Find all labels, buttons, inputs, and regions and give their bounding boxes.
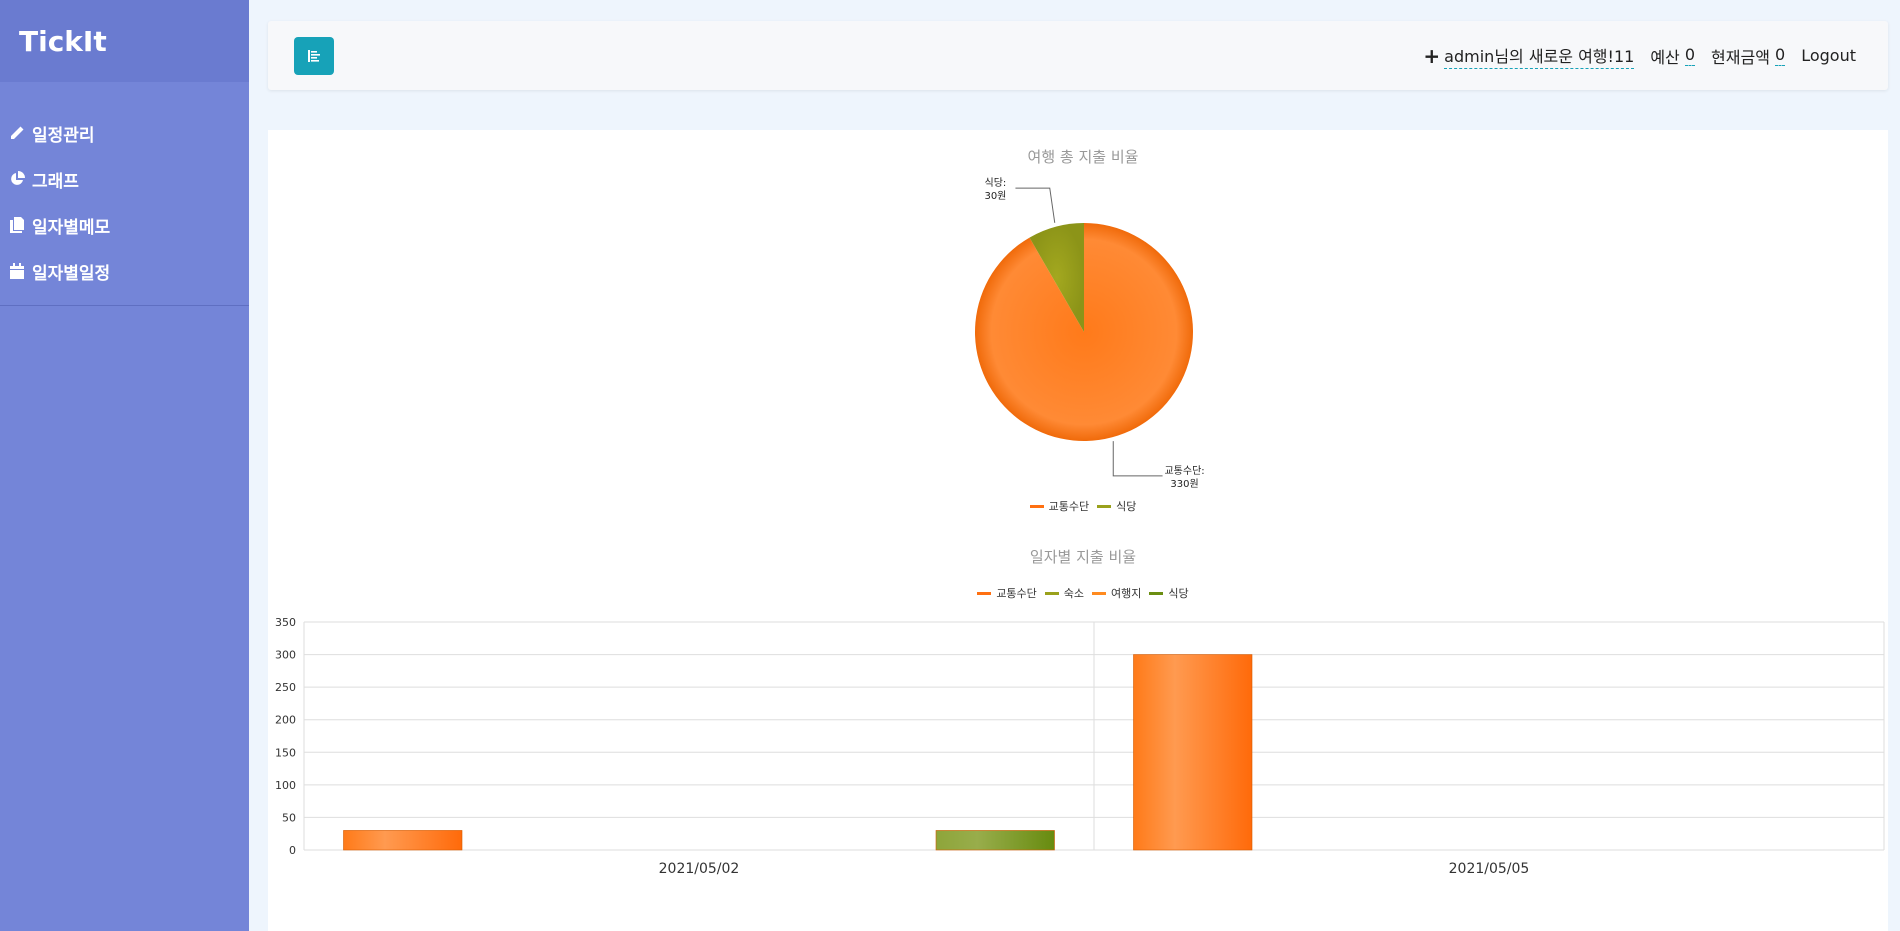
sidebar-item-label: 그래프 — [32, 171, 79, 192]
pencil-icon — [11, 126, 24, 139]
content-card: 여행 총 지출 비율 교통수단: 330원 식당: 30원 교통수단 식당 일자별 지출… — [268, 130, 1888, 931]
new-trip-link[interactable]: + admin님의 새로운 여행!11 — [1423, 43, 1635, 69]
topbar-right: + admin님의 새로운 여행!11 예산 0 현재금액 0 Logout — [1407, 21, 1856, 90]
x-tick-label: 2021/05/02 — [659, 861, 740, 877]
pie-legend: 교통수단 식당 — [268, 498, 1898, 514]
legend-label: 숙소 — [1063, 587, 1085, 600]
sidebar-item-daily-memo[interactable]: 일자별메모 — [0, 202, 249, 248]
budget-label: 예산 — [1650, 47, 1680, 67]
y-tick-label: 50 — [282, 811, 296, 824]
legend-swatch — [1029, 504, 1044, 508]
legend-swatch — [1097, 504, 1112, 508]
pie-leader-line — [1015, 187, 1056, 223]
legend-label: 교통수단 — [1048, 500, 1090, 513]
pie-leader-line — [1112, 441, 1163, 477]
budget-value[interactable]: 0 — [1684, 45, 1696, 66]
plus-icon: + — [1423, 43, 1441, 68]
legend-swatch — [1044, 591, 1059, 595]
y-tick-label: 0 — [289, 844, 296, 857]
y-tick-label: 350 — [275, 616, 296, 629]
bar-교통수단-2021/05/02[interactable] — [343, 830, 463, 851]
sidebar-toggle-button[interactable] — [294, 37, 334, 75]
sidebar-item-daily-schedule[interactable]: 일자별일정 — [0, 248, 249, 294]
legend-label: 식당 — [1116, 500, 1137, 513]
x-tick-label: 2021/05/05 — [1449, 861, 1530, 877]
align-left-icon — [308, 50, 320, 62]
topbar: + admin님의 새로운 여행!11 예산 0 현재금액 0 Logout — [268, 21, 1888, 90]
bar-교통수단-2021/05/05[interactable] — [1133, 654, 1253, 851]
legend-label: 여행지 — [1111, 587, 1142, 600]
trip-suffix: 님의 새로운 여행!11 — [1494, 46, 1635, 66]
y-tick-label: 200 — [275, 714, 296, 727]
legend-item-식당[interactable]: 식당 — [1149, 585, 1189, 601]
legend-item-숙소[interactable]: 숙소 — [1044, 585, 1085, 601]
bar-legend: 교통수단 숙소 여행지 식당 — [268, 585, 1898, 601]
sidebar-item-label: 일자별메모 — [32, 217, 111, 238]
budget-item: 예산 0 — [1650, 44, 1696, 68]
legend-item-식당[interactable]: 식당 — [1097, 498, 1136, 514]
calendar-icon — [10, 263, 24, 279]
legend-swatch — [1149, 591, 1164, 595]
y-tick-label: 150 — [275, 746, 296, 759]
pie-chart: 교통수단:330원 식당:30원 — [974, 177, 1205, 490]
legend-swatch — [1092, 591, 1107, 595]
brand[interactable]: TickIt — [0, 0, 249, 82]
current-amount-value[interactable]: 0 — [1775, 45, 1786, 66]
legend-item-교통수단[interactable]: 교통수단 — [977, 585, 1037, 601]
bar-chart: 0 50 100 150 200 250 300 350 2021/05/02 2021/05/0… — [275, 616, 1885, 877]
legend-swatch — [977, 591, 992, 595]
logout-link[interactable]: Logout — [1801, 46, 1856, 65]
legend-label: 식당 — [1168, 587, 1189, 600]
sidebar-item-schedule[interactable]: 일정관리 — [0, 110, 249, 156]
pie-chart-icon — [11, 171, 25, 185]
y-tick-label: 250 — [275, 681, 296, 694]
current-amount-label: 현재금액 — [1711, 47, 1770, 67]
sidebar-item-label: 일정관리 — [32, 125, 95, 146]
legend-label: 교통수단 — [996, 587, 1037, 600]
current-amount-item: 현재금액 0 — [1711, 44, 1786, 68]
legend-item-여행지[interactable]: 여행지 — [1092, 585, 1141, 601]
bar-식당-2021/05/02[interactable] — [935, 830, 1055, 851]
pie-data-label-value: 330원 — [1170, 478, 1198, 490]
pie-data-label-value: 30원 — [984, 190, 1006, 202]
copy-icon — [10, 217, 24, 233]
pie-data-label-name: 교통수단: — [1164, 465, 1204, 477]
brand-logo-text[interactable]: TickIt — [19, 25, 107, 58]
y-tick-label: 100 — [275, 779, 296, 792]
sidebar: TickIt 일정관리 그래프 일자별메모 일자별일정 — [0, 0, 249, 931]
sidebar-divider — [0, 305, 249, 306]
trip-name[interactable]: admin님의 새로운 여행!11 — [1444, 43, 1635, 69]
bar-chart-title: 일자별 지출 비율 — [1029, 548, 1137, 566]
sidebar-item-graph[interactable]: 그래프 — [0, 156, 249, 202]
sidebar-nav: 일정관리 그래프 일자별메모 일자별일정 — [0, 82, 249, 294]
legend-item-교통수단[interactable]: 교통수단 — [1029, 498, 1090, 514]
sidebar-item-label: 일자별일정 — [32, 263, 111, 284]
y-tick-label: 300 — [275, 649, 296, 662]
trip-owner: admin — [1444, 46, 1495, 66]
pie-data-label-name: 식당: — [985, 177, 1007, 189]
